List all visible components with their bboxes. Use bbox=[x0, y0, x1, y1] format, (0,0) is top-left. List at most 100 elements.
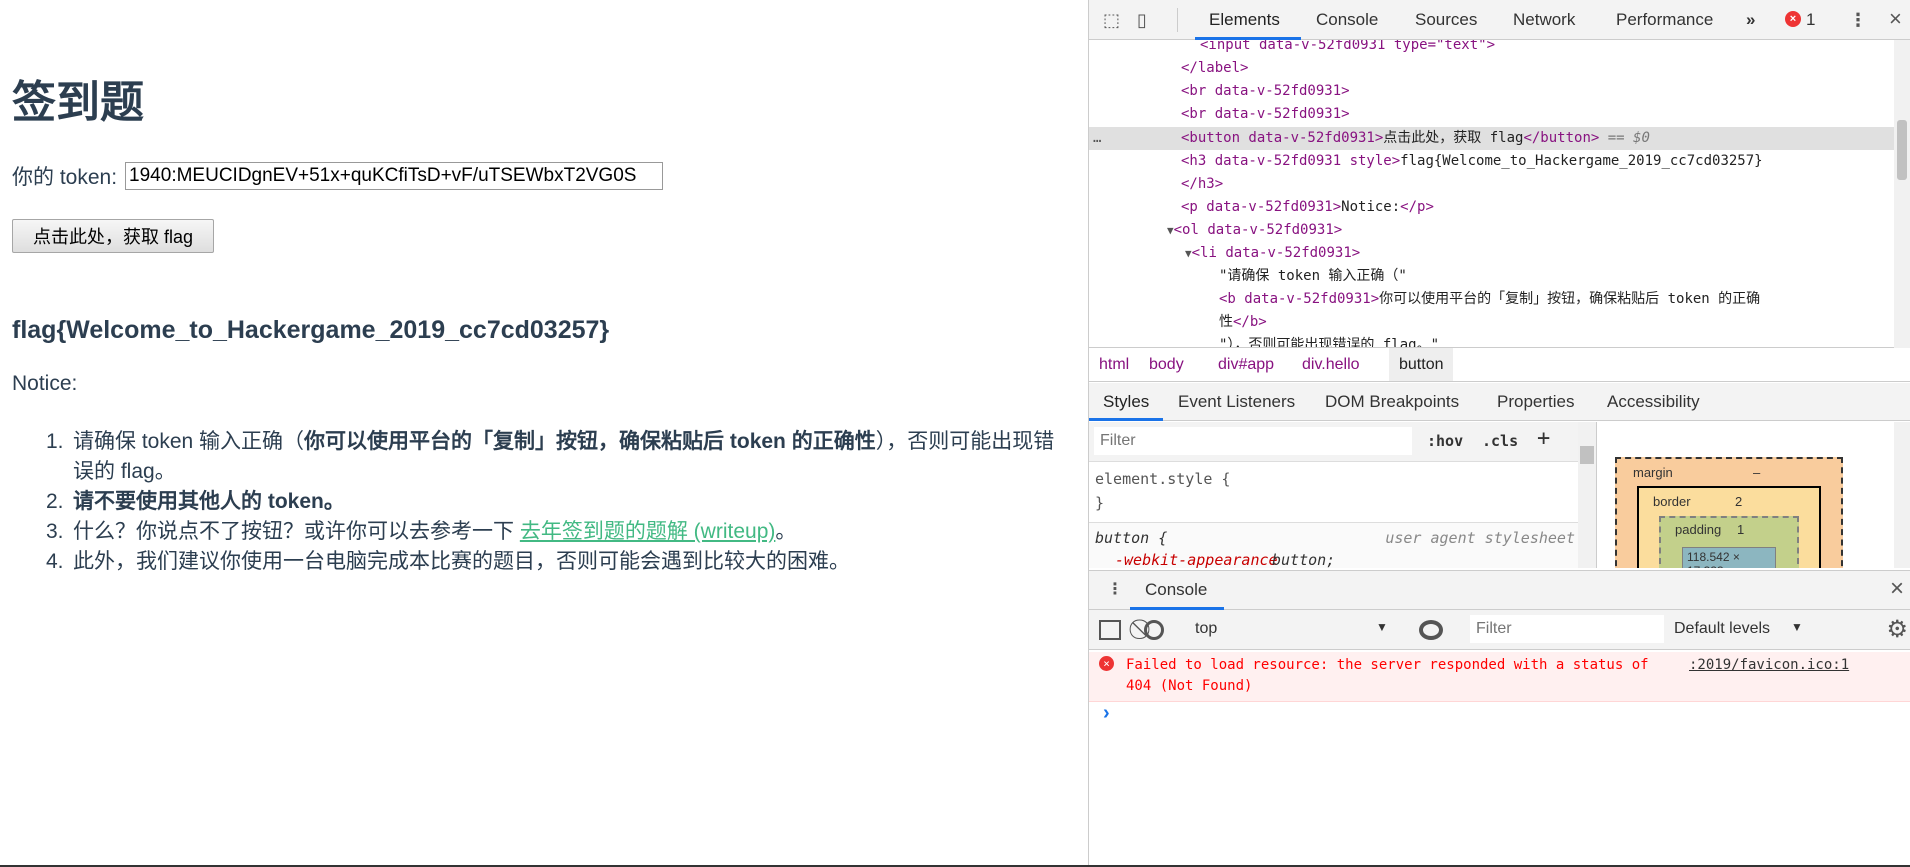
hov-toggle[interactable]: :hov bbox=[1427, 432, 1463, 450]
token-input[interactable] bbox=[125, 162, 664, 190]
get-flag-button[interactable]: 点击此处，获取 flag bbox=[12, 219, 214, 253]
tree-node[interactable]: </h3> bbox=[1089, 173, 1894, 196]
item-number: 4. bbox=[46, 550, 64, 573]
divider bbox=[1177, 8, 1178, 32]
node-tag: </label> bbox=[1181, 60, 1249, 76]
content-box[interactable]: 118.542 × 17.333 bbox=[1682, 547, 1776, 568]
close-drawer-icon[interactable]: × bbox=[1890, 575, 1904, 603]
more-options-icon[interactable]: ⋮ bbox=[1849, 10, 1867, 31]
token-label: 你的 token: bbox=[12, 166, 118, 189]
node-tag: </h3> bbox=[1181, 176, 1224, 192]
show-sidebar-icon[interactable] bbox=[1099, 620, 1121, 640]
node-tag: </button> bbox=[1523, 130, 1600, 146]
tab-event-listeners[interactable]: Event Listeners bbox=[1178, 392, 1295, 412]
margin-label: margin bbox=[1633, 465, 1673, 480]
tree-node[interactable]: <br data-v-52fd0931> bbox=[1089, 103, 1894, 126]
node-text: "），否则可能出现错误的 flag。" bbox=[1219, 337, 1440, 348]
log-levels-select[interactable]: Default levels bbox=[1674, 620, 1770, 638]
error-icon[interactable]: × bbox=[1785, 11, 1801, 27]
console-settings-gear-icon[interactable]: ⚙ bbox=[1886, 615, 1908, 644]
tab-sources[interactable]: Sources bbox=[1415, 10, 1477, 30]
node-tag: <ol data-v-52fd0931> bbox=[1173, 222, 1343, 238]
margin-value: – bbox=[1753, 465, 1761, 480]
scrollbar-thumb[interactable] bbox=[1580, 446, 1594, 464]
tree-node[interactable]: "），否则可能出现错误的 flag。" bbox=[1089, 334, 1894, 348]
tree-node[interactable]: <h3 data-v-52fd0931 style>flag{Welcome_t… bbox=[1089, 150, 1894, 173]
list-item: 2. 请不要使用其他人的 token。 bbox=[46, 487, 1066, 517]
console-drawer-header: ⋮ Console × bbox=[1089, 570, 1910, 610]
more-tabs-icon[interactable]: » bbox=[1746, 10, 1755, 30]
close-devtools-icon[interactable]: × bbox=[1889, 6, 1902, 32]
cls-toggle[interactable]: .cls bbox=[1482, 432, 1518, 450]
breadcrumb-body[interactable]: body bbox=[1149, 356, 1184, 374]
inspect-element-icon[interactable]: ⬚ bbox=[1103, 10, 1120, 31]
item-number: 2. bbox=[46, 490, 64, 513]
property-name[interactable]: -webkit-appearance bbox=[1115, 551, 1278, 568]
tree-node-selected[interactable]: … <button data-v-52fd0931>点击此处，获取 flag</b… bbox=[1089, 127, 1894, 150]
tree-node[interactable]: </label> bbox=[1089, 57, 1894, 80]
scrollbar-thumb[interactable] bbox=[1897, 120, 1907, 180]
writeup-link[interactable]: 去年签到题的题解 (writeup) bbox=[520, 520, 776, 543]
console-error-message: × Failed to load resource: the server re… bbox=[1089, 652, 1910, 702]
levels-dropdown-icon[interactable]: ▼ bbox=[1791, 620, 1803, 634]
drawer-tab-console[interactable]: Console bbox=[1145, 580, 1207, 600]
breadcrumb-button[interactable]: button bbox=[1389, 348, 1454, 381]
clear-console-icon-ring[interactable] bbox=[1144, 620, 1164, 640]
error-count[interactable]: 1 bbox=[1806, 10, 1815, 30]
context-select[interactable]: top bbox=[1195, 620, 1217, 638]
live-expression-eye-icon[interactable] bbox=[1419, 620, 1443, 640]
border-value: 2 bbox=[1735, 494, 1743, 509]
new-rule-icon[interactable]: + bbox=[1537, 426, 1550, 451]
styles-subtabs: Styles Event Listeners DOM Breakpoints P… bbox=[1089, 383, 1910, 421]
item-bold-text: 请不要使用其他人的 token。 bbox=[73, 490, 345, 513]
tree-node[interactable]: <p data-v-52fd0931>Notice:</p> bbox=[1089, 196, 1894, 219]
elements-scrollbar[interactable] bbox=[1894, 40, 1910, 348]
tab-network[interactable]: Network bbox=[1513, 10, 1575, 30]
expand-triangle-icon[interactable]: ▼ bbox=[1167, 224, 1174, 237]
tree-node[interactable]: <input data-v-52fd0931 type="text"> bbox=[1089, 40, 1894, 57]
tab-performance[interactable]: Performance bbox=[1616, 10, 1713, 30]
breadcrumb-hello[interactable]: div.hello bbox=[1302, 356, 1360, 374]
property-value[interactable]: button; bbox=[1272, 551, 1335, 568]
tab-dom-breakpoints[interactable]: DOM Breakpoints bbox=[1325, 392, 1459, 412]
active-tab-indicator bbox=[1089, 418, 1163, 421]
list-item: 4. 此外，我们建议你使用一台电脑完成本比赛的题目，否则可能会遇到比较大的困难。 bbox=[46, 547, 1066, 577]
tab-elements[interactable]: Elements bbox=[1209, 10, 1280, 30]
web-page: 签到题 你的 token: 点击此处，获取 flag flag{Welcome_… bbox=[0, 0, 1088, 867]
context-dropdown-icon[interactable]: ▼ bbox=[1376, 620, 1388, 634]
tab-styles[interactable]: Styles bbox=[1103, 392, 1149, 412]
tree-node[interactable]: "请确保 token 输入正确（" bbox=[1089, 265, 1894, 288]
list-item: 1. 请确保 token 输入正确（你可以使用平台的「复制」按钮，确保粘贴后 to… bbox=[46, 427, 1066, 487]
tab-accessibility[interactable]: Accessibility bbox=[1607, 392, 1700, 412]
border-box[interactable]: border 2 padding 1 118.542 × 17.333 bbox=[1637, 486, 1821, 568]
styles-filter-input[interactable] bbox=[1094, 427, 1412, 455]
tab-properties[interactable]: Properties bbox=[1497, 392, 1574, 412]
tree-node[interactable]: <b data-v-52fd0931>你可以使用平台的「复制」按钮，确保粘贴后 … bbox=[1089, 288, 1894, 311]
tree-node[interactable]: 性</b> bbox=[1089, 311, 1894, 334]
node-text: Notice: bbox=[1341, 199, 1401, 215]
list-item: 3. 什么？你说点不了按钮？或许你可以去参考一下 去年签到题的题解 (writeu… bbox=[46, 517, 1066, 547]
node-actions-icon[interactable]: … bbox=[1093, 127, 1101, 150]
console-prompt[interactable]: › bbox=[1103, 702, 1110, 725]
node-tag: <li data-v-52fd0931> bbox=[1191, 245, 1361, 261]
rule-close: } bbox=[1095, 494, 1105, 512]
margin-box[interactable]: margin – border 2 padding 1 118.542 × 17… bbox=[1615, 457, 1843, 568]
item-text: 此外，我们建议你使用一台电脑完成本比赛的题目，否则可能会遇到比较大的困难。 bbox=[73, 550, 850, 573]
styles-scrollbar[interactable] bbox=[1578, 422, 1596, 568]
tree-node[interactable]: ▼<li data-v-52fd0931> bbox=[1089, 242, 1894, 265]
breadcrumb-html[interactable]: html bbox=[1099, 356, 1129, 374]
box-model-scrollbar[interactable] bbox=[1894, 422, 1910, 568]
console-filter-input[interactable] bbox=[1470, 615, 1664, 643]
expand-triangle-icon[interactable]: ▼ bbox=[1185, 247, 1192, 260]
error-source-link[interactable]: :2019/favicon.ico:1 bbox=[1689, 655, 1849, 676]
breadcrumb-app[interactable]: div#app bbox=[1218, 356, 1274, 374]
padding-box[interactable]: padding 1 118.542 × 17.333 bbox=[1659, 516, 1799, 568]
tree-node[interactable]: ▼<ol data-v-52fd0931> bbox=[1089, 219, 1894, 242]
rule-selector[interactable]: button { bbox=[1095, 529, 1167, 547]
tree-node[interactable]: <br data-v-52fd0931> bbox=[1089, 80, 1894, 103]
element-style-rule[interactable]: element.style { bbox=[1095, 470, 1230, 488]
tab-console[interactable]: Console bbox=[1316, 10, 1378, 30]
device-toolbar-icon[interactable]: ▯ bbox=[1137, 10, 1147, 31]
drawer-menu-icon[interactable]: ⋮ bbox=[1107, 579, 1123, 599]
item-number: 1. bbox=[46, 430, 64, 453]
